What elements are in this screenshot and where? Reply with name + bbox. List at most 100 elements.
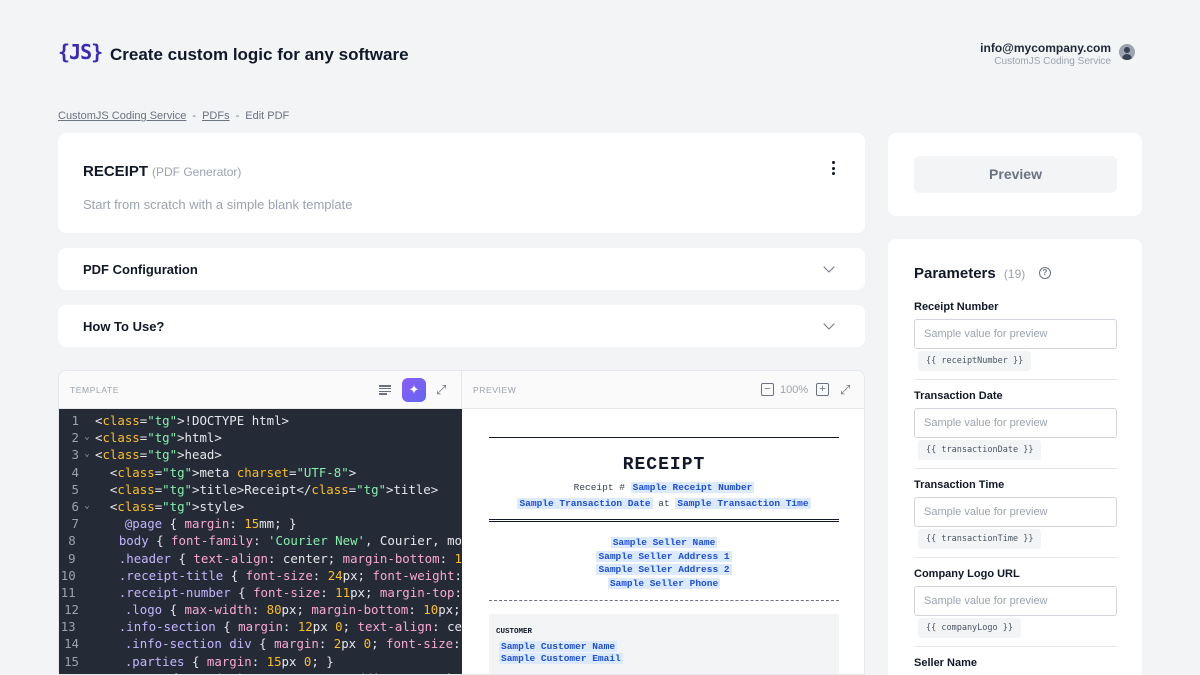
preview-button[interactable]: Preview: [914, 156, 1117, 193]
help-icon[interactable]: ?: [1039, 267, 1051, 279]
more-options-icon[interactable]: [829, 161, 837, 175]
preview-dashed-rule: [489, 600, 839, 601]
breadcrumb-separator: -: [235, 110, 240, 122]
pdf-preview: RECEIPT Receipt # Sample Receipt Number …: [462, 409, 864, 674]
code-line[interactable]: 1 <class="tg">!DOCTYPE html>: [59, 412, 462, 429]
format-align-icon[interactable]: [379, 385, 391, 395]
code-line[interactable]: 9 .header { text-align: center; margin-b…: [59, 550, 462, 567]
fold-gutter: [76, 618, 89, 635]
preview-customer-name: Sample Customer Name: [499, 641, 618, 652]
code-line[interactable]: 7 @page { margin: 15mm; }: [59, 515, 462, 532]
fold-chevron-icon[interactable]: ⌄: [79, 498, 95, 515]
line-number: 7: [71, 516, 79, 532]
param-label: Seller Name: [914, 657, 977, 669]
param-divider: [914, 646, 1117, 647]
code-line[interactable]: 4 <class="tg">meta charset="UTF-8">: [59, 464, 462, 481]
ai-assist-button[interactable]: ✦: [402, 378, 426, 402]
pdf-configuration-section[interactable]: PDF Configuration: [58, 248, 865, 290]
param-label: Transaction Time: [914, 479, 1005, 491]
param-divider: [914, 557, 1117, 558]
how-to-use-section[interactable]: How To Use?: [58, 305, 865, 347]
template-description: Start from scratch with a simple blank t…: [83, 197, 353, 212]
code-line[interactable]: 2 ⌄ <class="tg">html>: [59, 429, 462, 446]
fold-chevron-icon[interactable]: ⌄: [79, 446, 95, 463]
param-input-company-logo[interactable]: Sample value for preview: [914, 586, 1117, 616]
breadcrumb-link-service[interactable]: CustomJS Coding Service: [58, 110, 186, 122]
preview-receipt-line: Receipt # Sample Receipt Number: [462, 482, 864, 493]
preview-customer-email: Sample Customer Email: [499, 653, 623, 664]
preview-at: at: [658, 498, 670, 509]
fold-gutter: [76, 670, 89, 674]
app-root: {JS} Create custom logic for any softwar…: [0, 0, 1200, 675]
param-divider: [914, 379, 1117, 380]
preview-seller: Sample Seller Name Sample Seller Address…: [462, 536, 864, 590]
code-text: .receipt-number { font-size: 11px; margi…: [118, 584, 462, 600]
fold-gutter: [79, 653, 95, 670]
parameters-title-text: Parameters: [914, 265, 996, 282]
code-text: .logo { max-width: 80px; margin-bottom: …: [124, 602, 461, 618]
breadcrumb-link-pdfs[interactable]: PDFs: [202, 110, 230, 122]
code-line[interactable]: 3 ⌄ <class="tg">head>: [59, 446, 462, 463]
zoom-out-icon[interactable]: −: [761, 383, 774, 396]
code-line[interactable]: 16 .party { margin-bottom: 12px; padding…: [59, 670, 462, 674]
param-variable-chip[interactable]: {{ companyLogo }}: [918, 618, 1021, 638]
template-editor: TEMPLATE ✦ ⤢ PREVIEW − 100% + ⤢ 1 <class=…: [58, 370, 865, 675]
preview-customer-box: CUSTOMER Sample Customer Name Sample Cus…: [489, 614, 839, 674]
expand-icon[interactable]: ⤢: [436, 383, 450, 397]
code-text: .header { text-align: center; margin-bot…: [118, 550, 462, 566]
param-variable-chip[interactable]: {{ receiptNumber }}: [918, 351, 1032, 371]
chevron-down-icon[interactable]: [823, 261, 835, 273]
code-text: <class="tg">!DOCTYPE html>: [95, 413, 289, 428]
code-text: .info-section div { margin: 2px 0; font-…: [124, 636, 461, 652]
param-input-receipt-number[interactable]: Sample value for preview: [914, 319, 1117, 349]
code-line[interactable]: 10 .receipt-title { font-size: 24px; fon…: [59, 567, 462, 584]
fold-gutter: [76, 567, 89, 584]
fold-gutter: [79, 515, 95, 532]
zoom-in-icon[interactable]: +: [816, 383, 829, 396]
code-text: <class="tg">title>Receipt</class="tg">ti…: [95, 481, 439, 497]
fold-gutter: [79, 601, 95, 618]
code-line[interactable]: 5 <class="tg">title>Receipt</class="tg">…: [59, 481, 462, 498]
template-label: TEMPLATE: [70, 385, 120, 395]
fold-gutter: [79, 481, 95, 498]
logo[interactable]: {JS}: [58, 40, 103, 64]
code-editor[interactable]: 1 <class="tg">!DOCTYPE html> 2 ⌄ <class="tg"…: [59, 409, 462, 674]
preview-rule: [489, 519, 839, 520]
code-line[interactable]: 11 .receipt-number { font-size: 11px; ma…: [59, 584, 462, 601]
line-number: 11: [60, 584, 76, 600]
line-number: 1: [71, 413, 79, 428]
fold-gutter: [79, 464, 95, 481]
param-divider: [914, 468, 1117, 469]
preview-label: PREVIEW: [473, 385, 517, 395]
code-line[interactable]: 14 .info-section div { margin: 2px 0; fo…: [59, 635, 462, 652]
avatar-icon[interactable]: [1119, 44, 1135, 60]
param-input-transaction-time[interactable]: Sample value for preview: [914, 497, 1117, 527]
code-line[interactable]: 12 .logo { max-width: 80px; margin-botto…: [59, 601, 462, 618]
code-text: .parties { margin: 15px 0; }: [124, 653, 334, 669]
preview-transaction-time: Sample Transaction Time: [675, 498, 811, 509]
preview-title: RECEIPT: [622, 455, 706, 475]
preview-seller-phone: Sample Seller Phone: [607, 577, 721, 589]
param-variable-chip[interactable]: {{ transactionDate }}: [918, 440, 1042, 460]
chevron-down-icon[interactable]: [823, 318, 835, 330]
fold-chevron-icon[interactable]: ⌄: [79, 429, 95, 446]
template-subtitle: (PDF Generator): [152, 165, 242, 179]
parameters-panel: Parameters (19) ? Receipt Number Sample …: [888, 239, 1142, 675]
preview-seller-address-1: Sample Seller Address 1: [596, 550, 732, 562]
line-number: 8: [68, 533, 76, 549]
user-info[interactable]: info@mycompany.com CustomJS Coding Servi…: [980, 41, 1111, 67]
param-variable-chip[interactable]: {{ transactionTime }}: [918, 529, 1042, 549]
expand-icon[interactable]: ⤢: [840, 383, 854, 397]
line-number: 3: [71, 447, 79, 463]
preview-rule: [489, 437, 839, 438]
code-text: <class="tg">style>: [95, 498, 245, 514]
code-line[interactable]: 6 ⌄ <class="tg">style>: [59, 498, 462, 515]
code-line[interactable]: 15 .parties { margin: 15px 0; }: [59, 653, 462, 670]
preview-rule: [489, 521, 839, 522]
fold-gutter: [79, 412, 95, 429]
fold-gutter: [76, 532, 89, 549]
code-line[interactable]: 8 body { font-family: 'Courier New', Cou…: [59, 532, 462, 549]
param-label: Receipt Number: [914, 301, 999, 313]
code-line[interactable]: 13 .info-section { margin: 12px 0; text-…: [59, 618, 462, 635]
param-input-transaction-date[interactable]: Sample value for preview: [914, 408, 1117, 438]
